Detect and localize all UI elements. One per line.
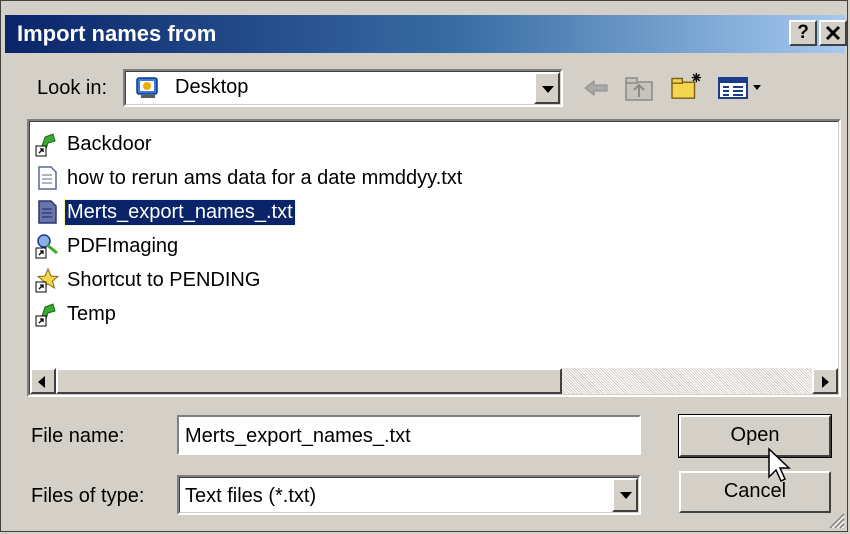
horizontal-scrollbar[interactable] (30, 368, 838, 394)
close-icon (825, 25, 841, 41)
back-arrow-icon[interactable] (581, 73, 611, 103)
chevron-left-icon (38, 376, 45, 388)
title-bar[interactable]: Import names from ? (5, 15, 847, 53)
text-file-icon (38, 200, 57, 224)
look-in-value: Desktop (175, 76, 249, 98)
file-name-input[interactable]: Merts_export_names_.txt (177, 415, 641, 455)
file-name-label: File name: (31, 425, 125, 447)
scroll-left-button[interactable] (30, 368, 56, 394)
chevron-down-icon (542, 86, 554, 93)
text-file-icon (38, 166, 57, 190)
shortcut-star-icon (35, 267, 59, 293)
shortcut-imaging-icon (35, 234, 58, 259)
shortcut-green-icon (35, 303, 56, 327)
list-item-selected[interactable]: Merts_export_names_.txt (35, 197, 296, 227)
close-button[interactable] (819, 20, 847, 46)
scroll-right-button[interactable] (812, 368, 838, 394)
help-button[interactable]: ? (789, 20, 817, 46)
list-item[interactable]: how to rerun ams data for a date mmddyy.… (35, 163, 464, 193)
list-item[interactable]: Shortcut to PENDING (35, 265, 262, 295)
file-name-value: Merts_export_names_.txt (185, 425, 411, 447)
file-name: Merts_export_names_.txt (64, 198, 296, 226)
list-item[interactable]: Temp (35, 299, 118, 329)
file-type-label: Files of type: (31, 485, 145, 507)
list-item[interactable]: Backdoor (35, 129, 154, 159)
file-type-dropdown-button[interactable] (612, 478, 638, 512)
view-menu-icon[interactable] (717, 73, 765, 103)
look-in-combo[interactable]: Desktop (123, 69, 563, 107)
open-button[interactable]: Open (678, 414, 832, 458)
file-name: Backdoor (67, 132, 152, 155)
up-folder-icon[interactable] (623, 73, 655, 103)
list-item[interactable]: PDFImaging (35, 231, 180, 261)
mouse-cursor-icon (768, 447, 791, 483)
scroll-thumb[interactable] (56, 368, 562, 394)
file-name: Temp (67, 302, 116, 325)
desktop-icon (136, 77, 158, 98)
import-names-dialog: Import names from ? Look in: Desktop Bac… (0, 0, 848, 532)
shortcut-green-icon (35, 133, 56, 157)
file-type-combo[interactable]: Text files (*.txt) (177, 475, 641, 515)
look-in-label: Look in: (37, 77, 108, 99)
file-type-value: Text files (*.txt) (185, 485, 317, 507)
cancel-button[interactable]: Cancel (679, 471, 831, 513)
file-list[interactable]: Backdoor how to rerun ams data for a dat… (27, 119, 841, 397)
new-folder-icon[interactable] (669, 71, 705, 101)
look-in-dropdown-button[interactable] (534, 72, 560, 104)
dialog-title: Import names from (17, 21, 217, 46)
resize-grip-icon[interactable] (827, 511, 845, 529)
chevron-right-icon (822, 376, 829, 388)
file-name: Shortcut to PENDING (67, 268, 261, 291)
chevron-down-icon (620, 492, 632, 499)
file-name: how to rerun ams data for a date mmddyy.… (67, 166, 463, 189)
file-name: PDFImaging (67, 234, 179, 257)
